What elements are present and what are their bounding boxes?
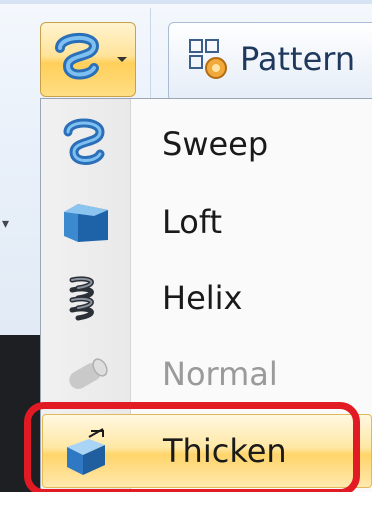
menu-item-label: Helix (162, 279, 243, 317)
menu-item-label: Sweep (162, 125, 269, 163)
helix-icon (69, 276, 94, 321)
ribbon-group-separator (150, 8, 151, 100)
loft-icon (64, 204, 108, 242)
menu-item-label: Normal (162, 355, 278, 393)
pattern-icon (189, 39, 227, 79)
chevron-down-icon[interactable] (116, 56, 128, 64)
sweep-icon (55, 33, 100, 80)
menu-item-helix[interactable]: Helix (42, 262, 372, 334)
normal-icon (69, 358, 108, 389)
group-launcher-arrow-icon[interactable]: ▾ (2, 216, 9, 232)
ribbon-top-border (0, 0, 372, 4)
menu-item-sweep[interactable]: Sweep (42, 108, 372, 180)
menu-item-label: Loft (162, 203, 223, 241)
menu-item-loft[interactable]: Loft (42, 186, 372, 258)
bottom-margin (0, 492, 372, 513)
pattern-button-label: Pattern (240, 40, 356, 78)
sweep-icon (63, 118, 105, 165)
menu-item-normal: Normal (42, 338, 372, 410)
red-highlight-callout (24, 402, 360, 496)
